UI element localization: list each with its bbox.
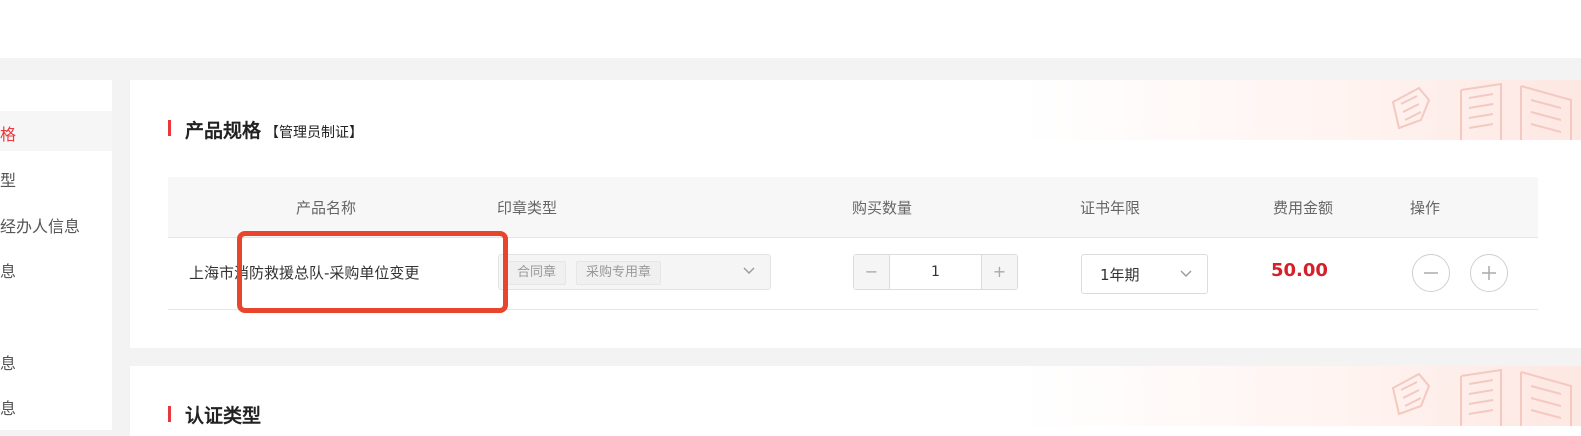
remove-row-button[interactable] xyxy=(1412,254,1450,292)
col-action: 操作 xyxy=(1410,199,1441,217)
chevron-down-icon xyxy=(743,267,755,274)
building-illustration-icon xyxy=(1391,82,1572,140)
sidebar-active-background xyxy=(0,111,112,151)
sidebar-nav: 格 型 经办人信息 息 息 息 xyxy=(0,80,112,430)
auth-type-title: 认证类型 xyxy=(185,405,262,427)
table-header: 产品名称 印章类型 购买数量 证书年限 费用金额 操作 xyxy=(168,177,1538,238)
quantity-stepper: − 1 + xyxy=(853,254,1018,290)
chevron-down-icon xyxy=(1180,270,1192,277)
sidebar-item-auth-type[interactable]: 型 xyxy=(0,167,16,191)
quantity-input[interactable]: 1 xyxy=(890,255,981,289)
col-product-name: 产品名称 xyxy=(296,199,357,217)
col-cert-term: 证书年限 xyxy=(1080,199,1141,217)
col-seal-type: 印章类型 xyxy=(497,199,558,217)
auth-type-card: 认证类型 xyxy=(130,366,1581,436)
section-accent-bar xyxy=(168,120,171,136)
add-row-button[interactable] xyxy=(1470,254,1508,292)
building-illustration-icon xyxy=(1391,368,1572,426)
col-fee: 费用金额 xyxy=(1273,199,1334,217)
sidebar-item-info-2[interactable]: 息 xyxy=(0,350,16,374)
sidebar-item-info-1[interactable]: 息 xyxy=(0,258,16,282)
top-header xyxy=(0,0,1581,58)
sidebar-item-info-3[interactable]: 息 xyxy=(0,395,16,419)
seal-type-select[interactable]: 合同章 采购专用章 xyxy=(498,254,771,290)
sidebar-item-product-spec[interactable]: 格 xyxy=(0,121,16,145)
col-quantity: 购买数量 xyxy=(852,199,913,217)
section-accent-bar xyxy=(168,406,171,422)
minus-circle-icon xyxy=(1424,272,1438,274)
product-spec-title: 产品规格 xyxy=(185,120,262,142)
seal-tag-contract: 合同章 xyxy=(507,261,567,285)
sidebar-item-operator-info[interactable]: 经办人信息 xyxy=(0,213,80,237)
admin-cert-tag: 【管理员制证】 xyxy=(265,125,364,141)
plus-circle-icon xyxy=(1482,266,1496,280)
cert-term-select[interactable]: 1年期 xyxy=(1081,254,1208,294)
fee-amount: 50.00 xyxy=(1271,260,1328,281)
quantity-decrease-button[interactable]: − xyxy=(854,255,890,289)
highlight-box xyxy=(237,231,508,313)
decorative-banner xyxy=(1021,80,1581,140)
quantity-increase-button[interactable]: + xyxy=(981,255,1017,289)
cert-term-value: 1年期 xyxy=(1100,266,1140,284)
section-title: 产品规格 【管理员制证】 xyxy=(185,116,363,143)
decorative-banner xyxy=(1021,366,1581,426)
seal-tag-procurement: 采购专用章 xyxy=(576,261,662,285)
